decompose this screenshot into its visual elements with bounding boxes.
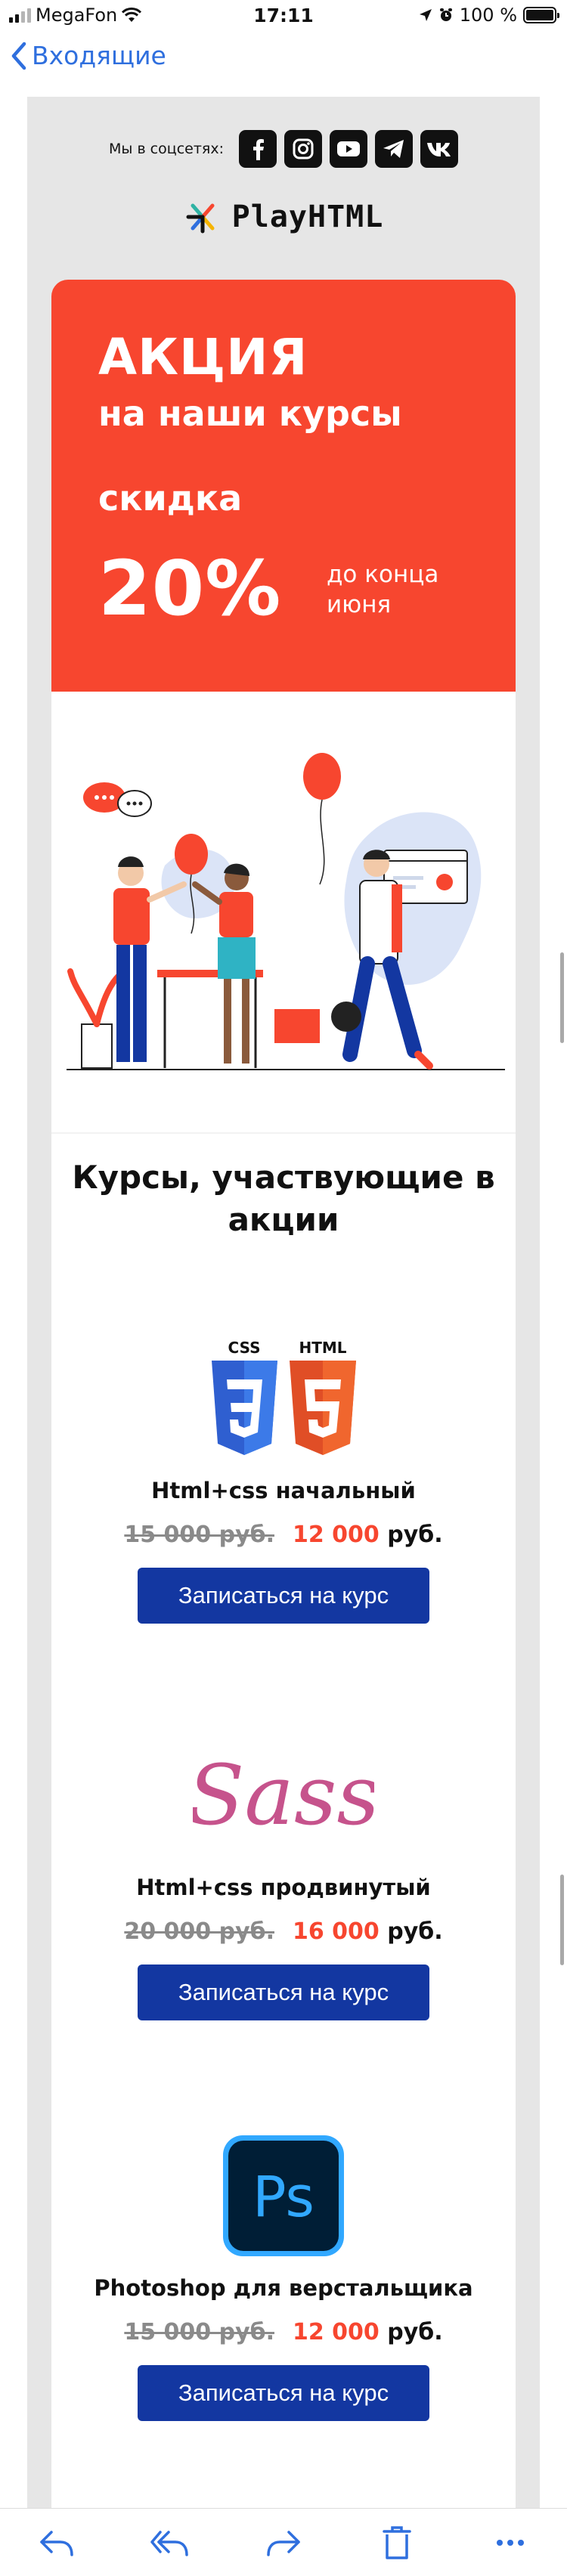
email-card: АКЦИЯ на наши курсы скидка 20% до конца … <box>51 280 516 2509</box>
photoshop-logo: Ps <box>51 2132 516 2260</box>
course-logos: CSS HTML <box>51 1334 516 1463</box>
trash-icon[interactable] <box>370 2520 423 2565</box>
course-title: Photoshop для верстальщика <box>94 2275 473 2301</box>
currency: руб. <box>387 2319 443 2345</box>
course-card: Sass Html+css продвинутый 20 000 руб. 16… <box>51 1731 516 2020</box>
course-title: Html+css начальный <box>151 1478 416 1503</box>
logo-text: PlayHTML <box>231 200 384 234</box>
chevron-left-icon <box>11 42 26 70</box>
instagram-icon[interactable] <box>284 130 322 168</box>
forward-icon[interactable] <box>257 2520 310 2565</box>
promo-subtitle: на наши курсы <box>98 393 402 434</box>
enroll-button[interactable]: Записаться на курс <box>138 1965 429 2020</box>
css3-logo-icon: CSS HTML <box>212 1339 356 1455</box>
old-price: 20 000 руб. <box>124 1918 274 1945</box>
course-prices: 15 000 руб. 12 000 руб. <box>51 1522 516 1548</box>
course-card: Ps Photoshop для верстальщика 15 000 руб… <box>51 2132 516 2421</box>
back-label: Входящие <box>32 41 166 70</box>
enroll-button[interactable]: Записаться на курс <box>138 1568 429 1624</box>
sass-logo-text: Sass <box>193 1747 374 1844</box>
reply-all-icon[interactable] <box>144 2520 197 2565</box>
course-prices: 20 000 руб. 16 000 руб. <box>51 1918 516 1945</box>
css-logo-text: CSS <box>228 1339 261 1357</box>
more-icon[interactable] <box>484 2520 537 2565</box>
promo-until: до конца июня <box>327 561 439 618</box>
vk-icon[interactable] <box>420 130 458 168</box>
promo-title: АКЦИЯ <box>98 328 308 386</box>
telegram-icon[interactable] <box>374 130 413 168</box>
courses-heading: Курсы, участвующие в акции <box>72 1159 495 1238</box>
back-button[interactable]: Входящие <box>11 41 166 70</box>
facebook-icon[interactable] <box>238 130 277 168</box>
social-row: Мы в соцсетях: <box>27 130 540 168</box>
spark-logo-icon <box>186 203 215 234</box>
sass-logo-icon: Sass <box>193 1747 374 1844</box>
currency: руб. <box>387 1918 443 1945</box>
course-title: Html+css продвинутый <box>136 1875 431 1900</box>
scrollbar-secondary <box>560 1875 564 1965</box>
new-price: 16 000 <box>292 1918 380 1945</box>
promo-percent: 20% <box>98 544 282 633</box>
reply-icon[interactable] <box>30 2520 83 2565</box>
status-right: 100 % <box>419 5 559 26</box>
divider <box>51 1132 516 1134</box>
new-price: 12 000 <box>292 2319 380 2345</box>
battery-icon <box>523 7 559 23</box>
battery-percent: 100 % <box>459 5 517 26</box>
social-label: Мы в соцсетях: <box>109 141 224 157</box>
html-logo-text: HTML <box>299 1339 346 1357</box>
currency: руб. <box>387 1522 443 1548</box>
mail-toolbar <box>0 2508 567 2576</box>
sass-logo: Sass <box>51 1731 516 1859</box>
course-prices: 15 000 руб. 12 000 руб. <box>51 2319 516 2345</box>
promo-illustration <box>67 753 505 1070</box>
ps-logo-text: Ps <box>253 2165 314 2230</box>
enroll-button[interactable]: Записаться на курс <box>138 2365 429 2421</box>
scrollbar[interactable] <box>560 952 564 1043</box>
nav-bar: Входящие <box>0 32 567 97</box>
promo-discount-label: скидка <box>98 478 243 519</box>
youtube-icon[interactable] <box>329 130 367 168</box>
new-price: 12 000 <box>292 1522 380 1548</box>
photoshop-logo-icon: Ps <box>223 2135 344 2256</box>
old-price: 15 000 руб. <box>124 2319 274 2345</box>
status-bar: MegaFon 17:11 100 % <box>0 0 567 32</box>
course-card: CSS HTML Html+css начальный 15 000 руб. … <box>51 1334 516 1624</box>
old-price: 15 000 руб. <box>124 1522 274 1548</box>
location-icon <box>419 9 432 21</box>
promo-banner: АКЦИЯ на наши курсы скидка 20% до конца … <box>51 280 516 692</box>
brand-logo[interactable]: PlayHTML <box>27 198 540 236</box>
alarm-icon <box>439 8 452 21</box>
